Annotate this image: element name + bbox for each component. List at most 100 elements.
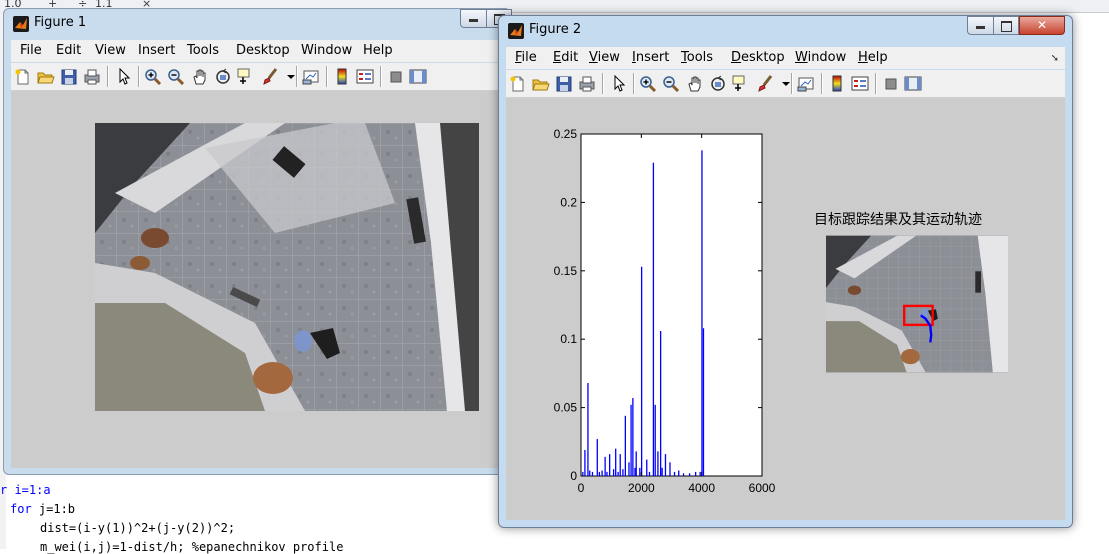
- zoom-out-icon[interactable]: [662, 75, 680, 93]
- menubar-dock-arrow-icon[interactable]: ➘: [1051, 53, 1059, 64]
- code-line-4: m_wei(i,j)=1-dist/h; %epanechnikov profi…: [40, 540, 344, 554]
- link-plot-icon[interactable]: [302, 68, 320, 85]
- data-cursor-icon[interactable]: [237, 68, 255, 85]
- menu-tools[interactable]: Tools: [187, 43, 219, 58]
- toolbar-separator: [380, 66, 382, 87]
- figure-1-toolbar: [11, 63, 503, 91]
- minimize-icon: [469, 19, 478, 22]
- toolbar-separator: [296, 66, 298, 87]
- menu-tools[interactable]: Tools: [681, 50, 713, 65]
- plot-area: [580, 133, 763, 477]
- menu-desktop[interactable]: Desktop: [236, 43, 290, 58]
- toolbar-separator: [326, 66, 328, 87]
- y-tick-label: 0: [570, 469, 577, 483]
- menu-file[interactable]: File: [515, 50, 537, 65]
- toolbar-separator: [821, 73, 823, 94]
- menu-desktop[interactable]: Desktop: [731, 50, 785, 65]
- figure-2-window[interactable]: Figure 2 ✕ ➘ File Edit View Insert Tools Desk…: [498, 15, 1073, 528]
- colorbar-icon[interactable]: [828, 75, 846, 92]
- open-folder-icon[interactable]: [37, 68, 55, 85]
- y-tick-label: 0.1: [560, 332, 577, 346]
- menu-view[interactable]: View: [95, 43, 126, 58]
- figure-1-titlebar[interactable]: Figure 1: [4, 9, 512, 39]
- colorbar-icon[interactable]: [333, 68, 351, 85]
- x-tick-label: 0: [578, 481, 585, 495]
- menu-insert[interactable]: Insert: [138, 43, 175, 58]
- show-plot-tools-icon[interactable]: [904, 75, 922, 92]
- x-tick-label: 6000: [749, 481, 776, 495]
- maximize-icon: [1001, 21, 1012, 32]
- minimize-button[interactable]: [967, 16, 994, 35]
- menu-window[interactable]: Window: [795, 50, 846, 65]
- figure-2-canvas: 0 0.05 0.1 0.15 0.2 0.25 0 2000 4000 6000 目标跟踪结果及…: [506, 98, 1065, 520]
- maximize-button[interactable]: [993, 16, 1019, 35]
- matlab-logo-icon: [13, 16, 29, 32]
- save-icon[interactable]: [60, 68, 78, 85]
- legend-icon[interactable]: [356, 68, 374, 85]
- y-tick-label: 0.05: [554, 401, 578, 415]
- toolbar-separator: [602, 73, 604, 94]
- minimize-icon: [976, 26, 985, 29]
- menu-file[interactable]: File: [20, 43, 42, 58]
- link-plot-icon[interactable]: [797, 75, 815, 92]
- menu-help[interactable]: Help: [858, 50, 888, 65]
- x-tick-label: 4000: [688, 481, 715, 495]
- new-file-icon[interactable]: [14, 68, 32, 85]
- menu-window[interactable]: Window: [301, 43, 352, 58]
- menu-edit[interactable]: Edit: [56, 43, 81, 58]
- code-line-2: for j=1:b: [10, 502, 76, 516]
- code-line-3: dist=(i-y(1))^2+(j-y(2))^2;: [40, 521, 236, 535]
- zoom-out-icon[interactable]: [167, 68, 185, 86]
- x-tick-label: 2000: [628, 481, 655, 495]
- hide-plot-tools-icon[interactable]: [387, 68, 405, 85]
- brush-icon[interactable]: [756, 75, 774, 92]
- data-cursor-icon[interactable]: [732, 75, 750, 92]
- window-title: Figure 2: [529, 22, 582, 37]
- dropdown-icon[interactable]: [777, 75, 790, 92]
- toolbar-separator: [138, 66, 140, 87]
- pan-hand-icon[interactable]: [686, 75, 704, 92]
- y-tick-label: 0.15: [554, 264, 578, 278]
- code-line-1: r i=1:a: [0, 483, 51, 497]
- menu-edit[interactable]: Edit: [553, 50, 578, 65]
- surveillance-frame-image: [95, 123, 479, 411]
- close-button[interactable]: ✕: [1019, 16, 1065, 35]
- toolbar-separator: [875, 73, 877, 94]
- menu-help[interactable]: Help: [363, 43, 393, 58]
- hide-plot-tools-icon[interactable]: [882, 75, 900, 92]
- print-icon[interactable]: [83, 68, 101, 85]
- pan-hand-icon[interactable]: [191, 68, 209, 85]
- figure-1-canvas: [11, 91, 503, 468]
- tracking-result-image: [826, 235, 1008, 373]
- matlab-logo-icon: [508, 23, 524, 39]
- toolbar-separator: [791, 73, 793, 94]
- minimize-button[interactable]: [460, 9, 487, 28]
- figure-2-toolbar: [506, 70, 1065, 98]
- y-tick-label: 0.2: [560, 195, 577, 209]
- pointer-icon[interactable]: [610, 74, 628, 92]
- rotate-3d-icon[interactable]: [214, 68, 232, 85]
- menu-insert[interactable]: Insert: [632, 50, 669, 65]
- toolbar-separator: [107, 66, 109, 87]
- image-title: 目标跟踪结果及其运动轨迹: [814, 212, 982, 228]
- new-file-icon[interactable]: [509, 75, 527, 92]
- legend-icon[interactable]: [851, 75, 869, 92]
- save-icon[interactable]: [555, 75, 573, 92]
- pointer-icon[interactable]: [115, 67, 133, 85]
- zoom-in-icon[interactable]: [144, 68, 162, 86]
- figure-2-menubar: ➘ File Edit View Insert Tools Desktop Window He…: [506, 47, 1065, 69]
- window-title: Figure 1: [34, 15, 87, 30]
- print-icon[interactable]: [578, 75, 596, 92]
- rotate-3d-icon[interactable]: [709, 75, 727, 92]
- dropdown-icon[interactable]: [282, 68, 295, 85]
- zoom-in-icon[interactable]: [639, 75, 657, 93]
- y-tick-label: 0.25: [554, 127, 578, 141]
- brush-icon[interactable]: [261, 68, 279, 85]
- show-plot-tools-icon[interactable]: [409, 68, 427, 85]
- close-icon: ✕: [1036, 18, 1048, 32]
- open-folder-icon[interactable]: [532, 75, 550, 92]
- figure-1-menubar: File Edit View Insert Tools Desktop Wind…: [11, 40, 503, 62]
- figure-1-window[interactable]: Figure 1 File Edit View Insert Tools Des…: [3, 8, 512, 475]
- menu-view[interactable]: View: [589, 50, 620, 65]
- figure-2-titlebar[interactable]: Figure 2 ✕: [499, 16, 1072, 46]
